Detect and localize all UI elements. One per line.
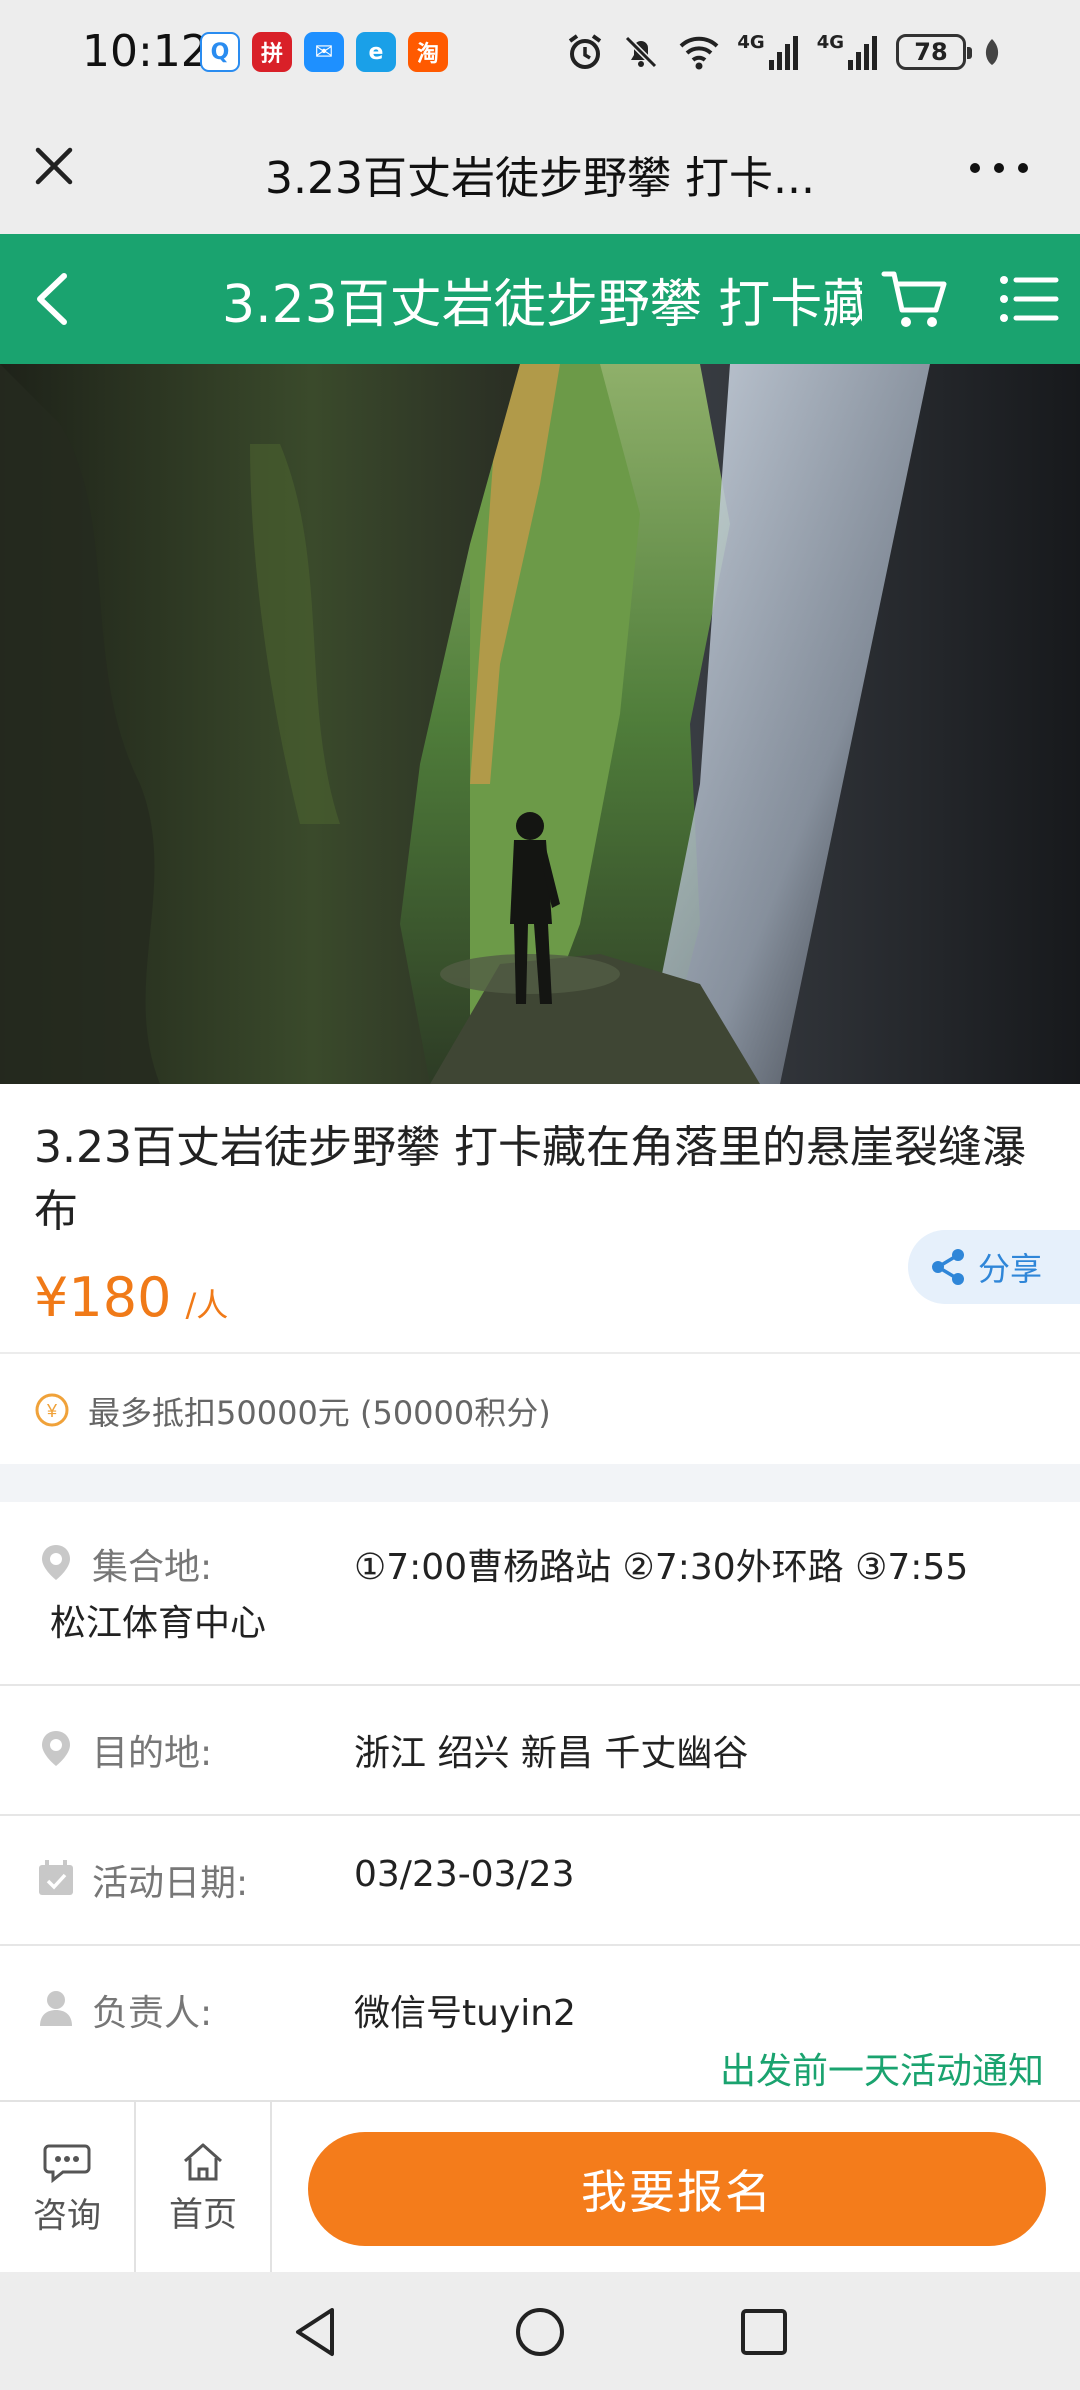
wifi-icon xyxy=(677,30,721,74)
back-arrow-icon[interactable] xyxy=(22,266,88,332)
meeting-point-row: 集合地: ①7:00曹杨路站 ②7:30外环路 ③7:55 松江体育中心 xyxy=(0,1502,1080,1686)
e-app-icon: e xyxy=(356,32,396,72)
product-info: 3.23百丈岩徒步野攀 打卡藏在角落里的悬崖裂缝瀑布 ¥180 /人 分享 xyxy=(0,1084,1080,1352)
status-time: 10:12 xyxy=(82,26,209,77)
notification-app-icons: Q 拼 ✉ e 淘 xyxy=(200,32,448,72)
coin-icon: ¥ xyxy=(34,1392,70,1428)
close-icon[interactable] xyxy=(26,138,82,194)
qq-browser-icon: Q xyxy=(200,32,240,72)
location-pin-icon xyxy=(36,1728,76,1768)
section-divider xyxy=(0,1464,1080,1502)
meeting-point-label: 集合地: xyxy=(92,1547,213,1588)
consult-label: 咨询 xyxy=(33,2195,101,2236)
nav-title: 3.23百丈岩徒步野攀 打卡藏 xyxy=(222,275,862,335)
system-home-icon[interactable] xyxy=(510,2302,570,2362)
home-label: 首页 xyxy=(169,2194,237,2235)
meeting-point-value-cont: 松江体育中心 xyxy=(50,1603,267,1644)
price-row: ¥180 /人 xyxy=(34,1266,228,1329)
share-label: 分享 xyxy=(978,1250,1043,1288)
destination-row: 目的地: 浙江 绍兴 新昌 千丈幽谷 xyxy=(0,1686,1080,1816)
share-button[interactable]: 分享 xyxy=(908,1230,1080,1304)
system-navigation-bar xyxy=(0,2272,1080,2390)
leader-label: 负责人: xyxy=(92,1993,213,2034)
alarm-icon xyxy=(565,30,605,74)
activity-cover-image[interactable] xyxy=(0,364,1080,1084)
mute-bell-icon xyxy=(621,30,661,74)
price: ¥180 xyxy=(34,1266,172,1329)
activity-date-row: 活动日期: 03/23-03/23 xyxy=(0,1816,1080,1946)
activity-date-label: 活动日期: xyxy=(92,1863,249,1904)
leader-row: 负责人: 微信号tuyin2 出发前一天活动通知 xyxy=(0,1946,1080,2100)
person-icon xyxy=(36,1988,76,2028)
points-deduction-text: 最多抵扣50000元 (50000积分) xyxy=(88,1394,551,1432)
status-bar: 10:12 Q 拼 ✉ e 淘 4G 4G 78 xyxy=(0,0,1080,108)
webview-title: 3.23百丈岩徒步野攀 打卡... xyxy=(265,153,815,204)
activity-notice-text: 出发前一天活动通知 xyxy=(719,2051,1044,2092)
more-options-icon[interactable] xyxy=(964,148,1034,188)
home-icon xyxy=(184,2143,222,2180)
signal-4g-icon-2: 4G xyxy=(817,30,880,74)
signal-4g-icon: 4G xyxy=(737,30,800,74)
consult-button[interactable]: 咨询 xyxy=(0,2102,136,2274)
home-button[interactable]: 首页 xyxy=(136,2102,272,2274)
price-unit: /人 xyxy=(185,1286,229,1324)
points-deduction-row: ¥ 最多抵扣50000元 (50000积分) xyxy=(0,1352,1080,1464)
meeting-point-value: ①7:00曹杨路站 ②7:30外环路 ③7:55 xyxy=(354,1547,969,1588)
location-pin-icon xyxy=(36,1542,76,1582)
leaf-icon xyxy=(982,30,1002,74)
calendar-icon xyxy=(36,1858,76,1898)
activity-date-value: 03/23-03/23 xyxy=(354,1854,575,1895)
message-icon: ✉ xyxy=(304,32,344,72)
system-back-icon[interactable] xyxy=(286,2302,346,2362)
list-menu-icon[interactable] xyxy=(996,264,1060,334)
destination-value: 浙江 绍兴 新昌 千丈幽谷 xyxy=(354,1733,749,1774)
product-title: 3.23百丈岩徒步野攀 打卡藏在角落里的悬崖裂缝瀑布 xyxy=(34,1122,1026,1237)
bottom-action-bar: 咨询 首页 我要报名 xyxy=(0,2100,1080,2274)
share-icon xyxy=(932,1249,964,1285)
page-nav-bar: 3.23百丈岩徒步野攀 打卡藏 xyxy=(0,234,1080,364)
system-recents-icon[interactable] xyxy=(734,2302,794,2362)
destination-label: 目的地: xyxy=(92,1733,213,1774)
leader-value: 微信号tuyin2 xyxy=(354,1993,576,2034)
battery-icon: 78 xyxy=(896,34,972,70)
svg-text:¥: ¥ xyxy=(46,1401,58,1421)
taobao-icon: 淘 xyxy=(408,32,448,72)
webview-header: 3.23百丈岩徒步野攀 打卡... xyxy=(0,108,1080,234)
shopping-cart-icon[interactable] xyxy=(880,264,952,336)
chat-bubble-icon xyxy=(43,2144,91,2183)
signup-button[interactable]: 我要报名 xyxy=(308,2132,1046,2246)
status-indicators: 4G 4G 78 xyxy=(565,30,1002,74)
pinduoduo-icon: 拼 xyxy=(252,32,292,72)
